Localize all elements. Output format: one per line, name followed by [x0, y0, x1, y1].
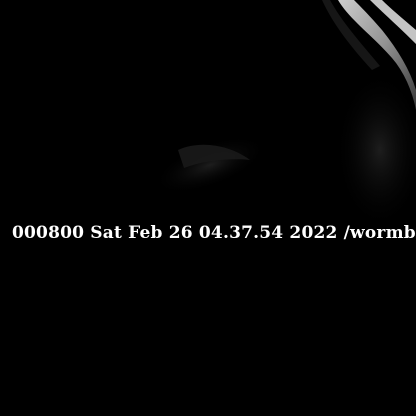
dark-scene — [153, 0, 416, 230]
ambient-glow-right — [335, 70, 416, 230]
timestamp-overlay: 000800 Sat Feb 26 04.37.54 2022 /wormbo — [12, 223, 416, 243]
video-frame: 000800 Sat Feb 26 04.37.54 2022 /wormbo — [0, 0, 416, 416]
ambient-glow — [153, 135, 267, 195]
